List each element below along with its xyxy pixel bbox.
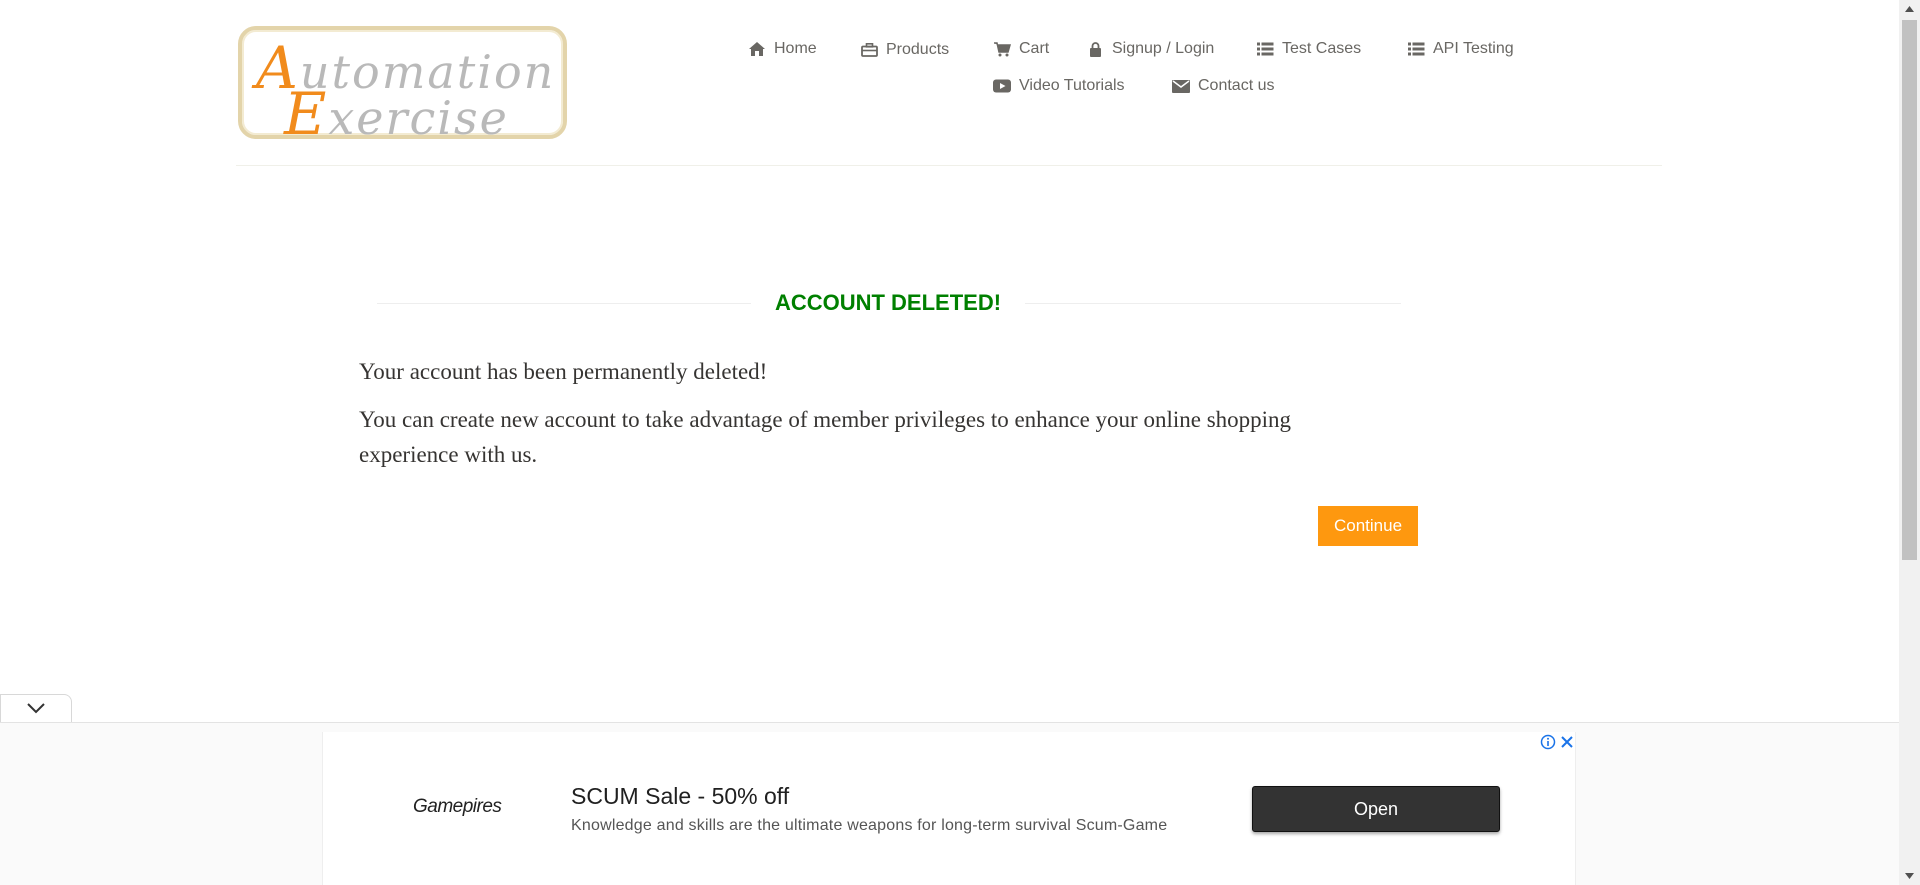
ad-collapse-toggle[interactable] xyxy=(0,694,72,724)
ad-title[interactable]: SCUM Sale - 50% off xyxy=(571,783,789,810)
shopping-cart-icon xyxy=(993,41,1011,57)
title-divider-left xyxy=(377,303,751,304)
page-title: ACCOUNT DELETED! xyxy=(774,290,1002,315)
nav-video-tutorials[interactable]: Video Tutorials xyxy=(993,77,1125,95)
list-icon xyxy=(1407,41,1425,57)
nav-contact-us-label: Contact us xyxy=(1198,77,1275,94)
nav-cart-label: Cart xyxy=(1019,40,1050,57)
nav-contact-us[interactable]: Contact us xyxy=(1172,77,1274,95)
nav-products-label: Products xyxy=(886,41,950,58)
continue-button[interactable]: Continue xyxy=(1318,506,1418,546)
nav-home-label: Home xyxy=(774,40,817,57)
nav-cart[interactable]: Cart xyxy=(993,40,1049,58)
ad-description: Knowledge and skills are the ultimate we… xyxy=(571,817,1168,834)
account-deleted-heading: ACCOUNT DELETED! xyxy=(377,289,1401,315)
scrollbar-thumb[interactable] xyxy=(1902,20,1917,560)
page-scrollbar[interactable] xyxy=(1899,0,1920,885)
info-icon[interactable] xyxy=(1540,734,1556,750)
nav-signup-login-label: Signup / Login xyxy=(1112,40,1215,57)
deleted-message: Your account has been permanently delete… xyxy=(359,359,768,384)
create-account-message: You can create new account to take advan… xyxy=(359,407,1292,467)
title-divider-right xyxy=(1025,303,1401,304)
nav-api-testing-label: API Testing xyxy=(1433,40,1514,57)
list-icon xyxy=(1256,41,1274,57)
lock-icon xyxy=(1086,41,1104,57)
nav-signup-login[interactable]: Signup / Login xyxy=(1086,40,1214,58)
ad-brand-logo[interactable]: Gamepires xyxy=(413,796,502,818)
nav-products[interactable]: Products xyxy=(860,41,949,59)
envelope-icon xyxy=(1172,78,1190,94)
close-icon[interactable] xyxy=(1559,734,1575,750)
header-divider xyxy=(236,165,1662,166)
nav-video-tutorials-label: Video Tutorials xyxy=(1019,77,1125,94)
nav-api-testing[interactable]: API Testing xyxy=(1407,40,1514,58)
nav-home[interactable]: Home xyxy=(748,40,817,58)
site-logo[interactable]: Automation Exercise xyxy=(238,26,567,148)
logo-line-2: Exercise xyxy=(284,80,509,148)
scroll-down-arrow-icon[interactable] xyxy=(1899,867,1920,885)
nav-test-cases[interactable]: Test Cases xyxy=(1256,40,1361,58)
ad-open-button[interactable]: Open xyxy=(1252,786,1500,832)
chevron-down-icon xyxy=(27,701,45,719)
youtube-play-icon xyxy=(993,78,1011,94)
scroll-up-arrow-icon[interactable] xyxy=(1899,0,1920,18)
briefcase-icon xyxy=(860,42,878,58)
nav-test-cases-label: Test Cases xyxy=(1282,40,1362,57)
home-icon xyxy=(748,41,766,57)
